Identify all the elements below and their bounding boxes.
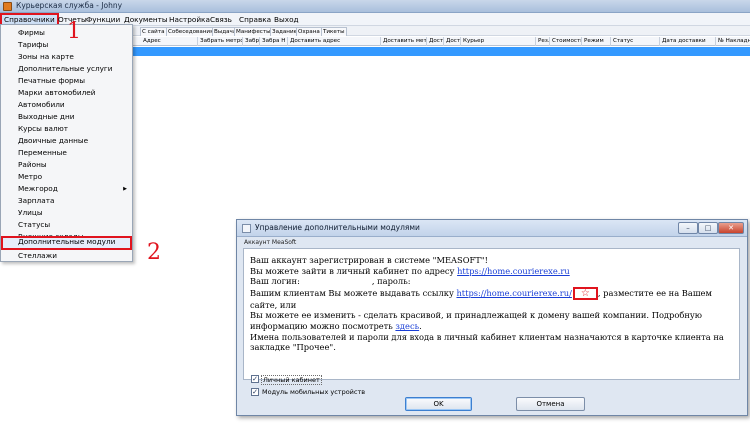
col-delivery-metro[interactable]: Доставить метро xyxy=(381,37,427,46)
dropdown-item-statuses[interactable]: Статусы xyxy=(1,219,132,231)
personal-cabinet-label: Личный кабинет xyxy=(261,375,322,385)
close-icon[interactable]: ✕ xyxy=(718,222,744,234)
personal-cabinet-checkbox[interactable]: ✓ xyxy=(251,375,259,383)
info-line-customize: Вы можете ее изменить - сделать красивой… xyxy=(250,310,702,321)
dropdown-item-racks[interactable]: Стеллажи xyxy=(1,250,132,262)
info-line-cabinet: Вы можете зайти в личный кабинет по адре… xyxy=(250,266,730,277)
star-icon[interactable]: ☆ xyxy=(581,288,590,299)
col-courier[interactable]: Курьер xyxy=(461,37,536,46)
tab-from-site[interactable]: С сайта xyxy=(140,27,167,36)
minimize-icon[interactable]: – xyxy=(678,222,698,234)
col-delivery-a[interactable]: Достс xyxy=(427,37,444,46)
submenu-arrow-icon: ▶ xyxy=(123,186,127,192)
maximize-icon[interactable]: □ xyxy=(698,222,718,234)
col-delivery-b[interactable]: Доста xyxy=(444,37,461,46)
dialog-titlebar: Управление дополнительными модулями – □ … xyxy=(237,220,747,237)
dropdown-item-map-zones[interactable]: Зоны на карте xyxy=(1,51,132,63)
dropdown-item-extra-services[interactable]: Дополнительные услуги xyxy=(1,63,132,75)
dialog-title: Управление дополнительными модулями xyxy=(255,223,420,232)
window-title: Курьерская служба - Johny xyxy=(16,1,123,10)
cancel-button[interactable]: Отмена xyxy=(516,397,585,411)
col-pickup-b[interactable]: Забра Н xyxy=(260,37,288,46)
dropdown-item-salary[interactable]: Зарплата xyxy=(1,195,132,207)
dialog-group-label: Аккаунт MeaSoft xyxy=(244,239,297,246)
window-titlebar: Курьерская служба - Johny xyxy=(0,0,750,13)
dropdown-item-car-brands[interactable]: Марки автомобилей xyxy=(1,87,132,99)
grid-header: Адрес Забрать метро Забра Забра Н Достав… xyxy=(128,37,750,46)
dropdown-item-binary-data[interactable]: Двоичные данные xyxy=(1,135,132,147)
here-link[interactable]: здесь xyxy=(395,321,419,331)
toolbar-tabs: С сайта Собеседования Выдача Манифесты З… xyxy=(128,26,750,36)
dropdown-item-streets[interactable]: Улицы xyxy=(1,207,132,219)
highlight-box: ☆ xyxy=(572,286,598,300)
col-mode[interactable]: Режим xyxy=(582,37,611,46)
dropdown-item-intercity-label: Межгород xyxy=(18,184,58,193)
info-line-client-link: Вашим клиентам Вы можете выдавать ссылку… xyxy=(250,286,730,311)
cabinet-link[interactable]: https://home.courierexe.ru xyxy=(457,266,570,276)
col-pickup-a[interactable]: Забра xyxy=(243,37,260,46)
dropdown-item-extra-modules[interactable]: Дополнительные модули xyxy=(1,236,132,250)
info-line-registered: Ваш аккаунт зарегистрирован в системе "M… xyxy=(250,255,488,265)
dropdown-item-cars[interactable]: Автомобили xyxy=(1,99,132,111)
info-line-credentials: Ваш логин: , пароль: xyxy=(250,276,730,287)
col-address[interactable]: Адрес xyxy=(141,37,198,46)
modules-dialog: Управление дополнительными модулями – □ … xyxy=(236,219,748,416)
tab-tickets[interactable]: Тикеты xyxy=(321,27,347,36)
info-cabinet-prefix: Вы можете зайти в личный кабинет по адре… xyxy=(250,265,458,276)
col-pickup-metro[interactable]: Забрать метро xyxy=(198,37,243,46)
col-result[interactable]: Рез. xyxy=(536,37,550,46)
account-info-text: Ваш аккаунт зарегистрирован в системе "M… xyxy=(250,255,730,353)
dropdown-item-variables[interactable]: Переменные xyxy=(1,147,132,159)
dropdown-item-districts[interactable]: Районы xyxy=(1,159,132,171)
dropdown-item-intercity[interactable]: Межгород ▶ xyxy=(1,183,132,195)
col-delivery-address[interactable]: Доставить адрес xyxy=(288,37,381,46)
dropdown-item-metro[interactable]: Метро xyxy=(1,171,132,183)
tab-interviews[interactable]: Собеседования xyxy=(166,27,216,36)
dropdown-item-currency-rates[interactable]: Курсы валют xyxy=(1,123,132,135)
tab-security[interactable]: Охрана xyxy=(296,27,322,36)
mobile-module-checkbox[interactable]: ✓ xyxy=(251,388,259,396)
col-status[interactable]: Статус xyxy=(611,37,660,46)
col-delivery-date[interactable]: Дата доставки xyxy=(660,37,716,46)
col-waybill[interactable]: № Накладн xyxy=(716,37,750,46)
mobile-module-label: Модуль мобильных устройств xyxy=(262,388,366,396)
info-line-client-card: Имена пользователей и пароли для входа в… xyxy=(250,331,724,353)
dropdown-item-days-off[interactable]: Выходные дни xyxy=(1,111,132,123)
menu-connection[interactable]: Связь xyxy=(208,14,234,25)
ok-button[interactable]: OK xyxy=(405,397,472,411)
grid-selected-row[interactable] xyxy=(128,47,750,56)
dropdown-item-print-forms[interactable]: Печатные формы xyxy=(1,75,132,87)
client-link[interactable]: https://home.courierexe.ru/ xyxy=(456,288,571,298)
account-info-panel: Ваш аккаунт зарегистрирован в системе "M… xyxy=(243,248,740,380)
callout-number-2: 2 xyxy=(147,240,161,265)
client-link-prefix: Вашим клиентам Вы можете выдавать ссылку xyxy=(250,287,457,298)
dialog-window-icon xyxy=(242,224,251,233)
col-cost[interactable]: Стоимость xyxy=(550,37,582,46)
menu-exit[interactable]: Выход xyxy=(272,14,301,25)
login-label: Ваш логин: xyxy=(250,276,300,287)
password-label: , пароль: xyxy=(371,276,411,287)
info-line-more: информацию можно посмотреть здесь. xyxy=(250,320,422,331)
dropdown-menu-spravochniki: Фирмы Тарифы Зоны на карте Дополнительны… xyxy=(0,24,133,262)
app-icon xyxy=(3,2,12,11)
menu-settings[interactable]: Настройка xyxy=(167,14,212,25)
tab-task[interactable]: Задание xyxy=(270,27,300,36)
menu-help[interactable]: Справка xyxy=(237,14,273,25)
callout-number-1: 1 xyxy=(67,19,81,44)
tab-manifests[interactable]: Манифесты xyxy=(234,27,273,36)
more-info-prefix: информацию можно посмотреть xyxy=(250,320,396,331)
